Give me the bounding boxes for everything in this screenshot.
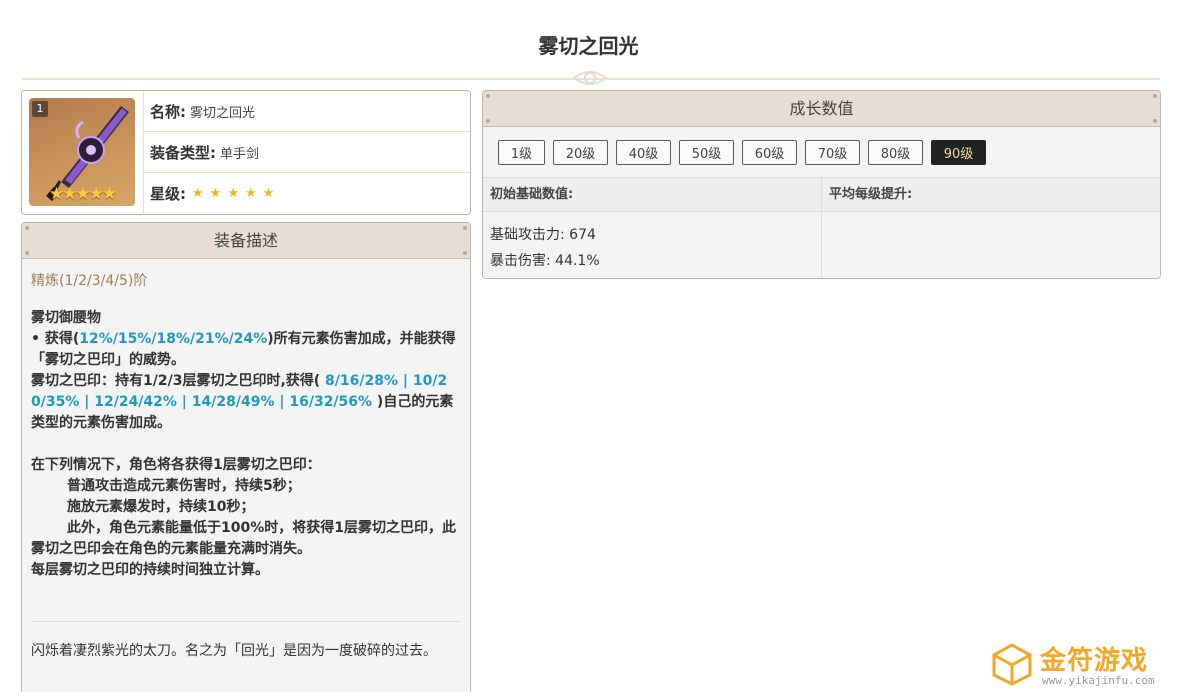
lore-text: 闪烁着凄烈紫光的太刀。名之为「回光」是因为一度破碎的过去。: [31, 643, 437, 659]
page-title: 雾切之回光: [538, 34, 639, 58]
level-selector: 1级 20级 40级 50级 60级 70级 80级 90级: [483, 127, 1160, 178]
description-body: 精炼(1/2/3/4/5)阶 雾切御腰物 • 获得(12%/15%/18%/21…: [22, 259, 470, 662]
stat-crit-dmg: 暴击伤害: 44.1%: [490, 253, 600, 269]
watermark-url: www.yikajinfu.com: [1042, 674, 1155, 687]
watermark: 金符游戏 www.yikajinfu.com: [990, 640, 1170, 688]
growth-header: 成长数值: [483, 91, 1160, 127]
highlight-values: 12%/15%/18%/21%/24%: [79, 331, 268, 347]
type-label: 装备类型:: [150, 143, 216, 162]
passive-name: 雾切御腰物: [31, 310, 101, 326]
passive-effect-1: • 获得(12%/15%/18%/21%/24%)所有元素伤害加成，并能获得「雾…: [31, 331, 456, 368]
name-row: 名称: 雾切之回光: [144, 91, 470, 132]
star-icon: ★: [209, 186, 222, 201]
type-row: 装备类型: 单手剑: [144, 132, 470, 173]
refine-badge: 1: [32, 101, 48, 117]
description-title: 装备描述: [213, 231, 278, 250]
condition-intro: 在下列情况下，角色将各获得1层雾切之巴印：: [31, 457, 321, 473]
cube-logo-icon: [992, 643, 1032, 686]
stat-body-row: 基础攻击力: 674 暴击伤害: 44.1%: [483, 212, 1160, 278]
rarity-label: 星级:: [150, 185, 186, 203]
star-icon: ★: [192, 186, 204, 201]
description-panel: 装备描述 精炼(1/2/3/4/5)阶 雾切御腰物 • 获得(12%/15%/1…: [21, 222, 471, 692]
weapon-info-card: 1 ★★★★★ 名称: 雾切之回光 装备类型: 单手剑 星级: ★ ★ ★ ★ …: [21, 90, 471, 215]
level-button-20[interactable]: 20级: [553, 139, 608, 165]
refine-label: 精炼(1/2/3/4/5)阶: [31, 273, 148, 289]
level-button-40[interactable]: 40级: [616, 139, 671, 165]
weapon-rarity-stars: ★★★★★: [48, 184, 117, 204]
rarity-row: 星级: ★ ★ ★ ★ ★: [144, 173, 470, 214]
condition-2: 施放元素爆发时，持续10秒；: [67, 499, 255, 515]
condition-3: 此外，角色元素能量低于100%时，将获得1层雾切之巴印，此雾切之巴印会在角色的元…: [31, 520, 456, 557]
description-header: 装备描述: [22, 223, 470, 259]
star-icon: ★: [227, 186, 239, 201]
growth-panel: 成长数值 1级 20级 40级 50级 60级 70级 80级 90级 初始基础…: [482, 90, 1161, 279]
stack-note: 每层雾切之巴印的持续时间独立计算。: [31, 562, 269, 578]
star-icon: ★: [244, 186, 257, 201]
base-stats: 基础攻击力: 674 暴击伤害: 44.1%: [483, 212, 822, 278]
stat-atk: 基础攻击力: 674: [490, 227, 596, 243]
stat-header-row: 初始基础数值: 平均每级提升:: [483, 178, 1160, 212]
condition-1: 普通攻击造成元素伤害时，持续5秒；: [67, 478, 301, 494]
level-button-90[interactable]: 90级: [931, 139, 986, 165]
section-divider: [31, 621, 461, 622]
base-stat-header: 初始基础数值:: [483, 178, 822, 211]
level-button-50[interactable]: 50级: [679, 139, 734, 165]
star-icon: ★: [262, 186, 275, 201]
level-button-70[interactable]: 70级: [805, 139, 860, 165]
passive-effect-2: 雾切之巴印：持有1/2/3层雾切之巴印时,获得( 8/16/28% | 10/2…: [31, 373, 454, 431]
watermark-brand: 金符游戏: [1040, 646, 1149, 676]
avg-growth-header: 平均每级提升:: [829, 187, 913, 202]
type-value: 单手剑: [220, 146, 260, 162]
growth-title: 成长数值: [789, 99, 854, 118]
level-button-80[interactable]: 80级: [868, 139, 923, 165]
avg-growth-values: [822, 212, 1160, 278]
weapon-image: 1 ★★★★★: [29, 98, 135, 206]
level-button-1[interactable]: 1级: [498, 139, 545, 165]
name-label: 名称:: [150, 102, 186, 121]
level-button-60[interactable]: 60级: [742, 139, 797, 165]
name-value: 雾切之回光: [190, 105, 256, 121]
ornament-icon: [572, 71, 608, 85]
